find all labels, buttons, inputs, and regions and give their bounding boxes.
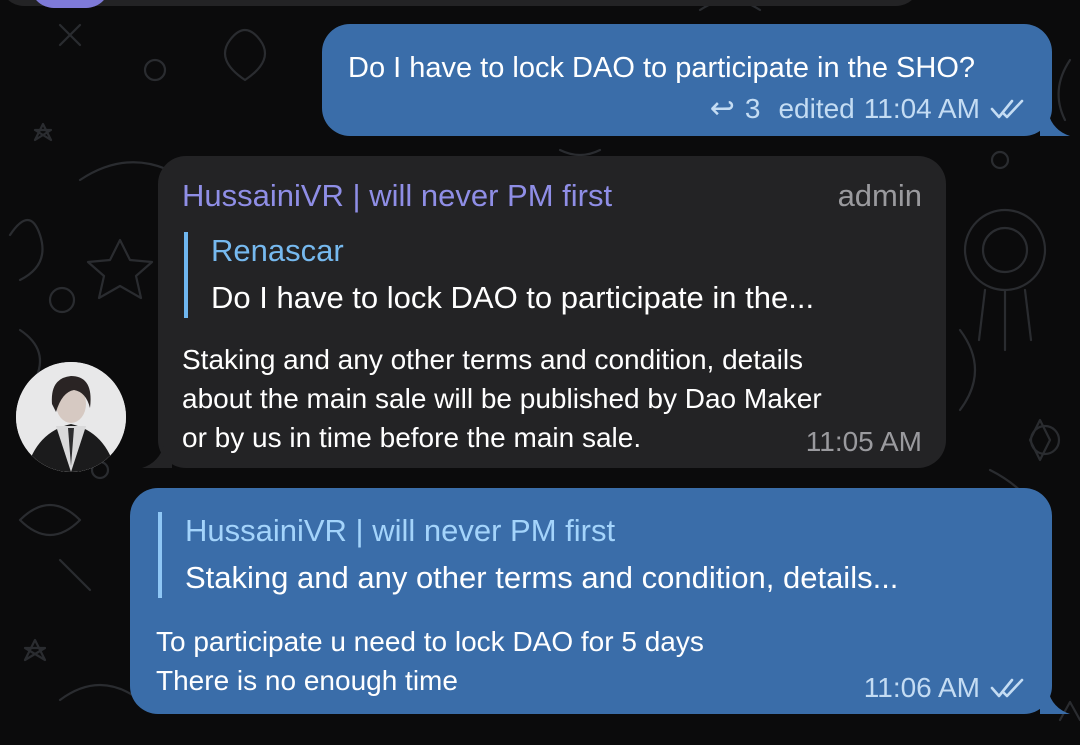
- previous-message-bubble[interactable]: [0, 0, 920, 6]
- outgoing-message-bubble[interactable]: Do I have to lock DAO to participate in …: [322, 24, 1052, 136]
- quoted-text: Staking and any other terms and conditio…: [185, 560, 899, 595]
- message-line: To participate u need to lock DAO for 5 …: [156, 626, 704, 657]
- sender-avatar[interactable]: [16, 362, 126, 472]
- reply-quote[interactable]: HussainiVR | will never PM first Staking…: [158, 512, 1045, 598]
- outgoing-reply-bubble[interactable]: HussainiVR | will never PM first Staking…: [130, 488, 1052, 714]
- message-time: 11:06 AM: [863, 672, 980, 703]
- message-text: Staking and any other terms and conditio…: [182, 340, 822, 457]
- double-check-icon: [990, 99, 1024, 118]
- message-meta: 11:06 AM: [864, 672, 1026, 704]
- message-time: 11:04 AM: [863, 92, 980, 124]
- sender-name[interactable]: HussainiVR | will never PM first: [182, 178, 612, 214]
- message-line: or by us in time before the main sale.: [182, 422, 642, 453]
- bubble-tail: [142, 444, 172, 468]
- message-line: Staking and any other terms and conditio…: [182, 344, 804, 375]
- incoming-message-bubble[interactable]: HussainiVR | will never PM first admin R…: [158, 156, 946, 468]
- message-meta: ↩ 3 edited 11:04 AM: [710, 91, 1026, 126]
- quoted-sender-name: Renascar: [211, 233, 344, 268]
- message-text: To participate u need to lock DAO for 5 …: [156, 622, 704, 700]
- message-text: Do I have to lock DAO to participate in …: [348, 52, 976, 84]
- sender-role-badge: admin: [837, 178, 922, 213]
- reply-quote[interactable]: Renascar Do I have to lock DAO to partic…: [184, 232, 931, 318]
- quoted-text: Do I have to lock DAO to participate in …: [211, 280, 815, 315]
- message-time: 11:05 AM: [805, 426, 922, 457]
- message-line: There is no enough time: [156, 665, 458, 696]
- avatar-image: [16, 362, 126, 472]
- bubble-tail: [1040, 690, 1070, 714]
- reply-arrow-icon[interactable]: ↩: [710, 91, 735, 126]
- bubble-tail: [1040, 112, 1070, 136]
- message-line: about the main sale will be published by…: [182, 383, 822, 414]
- replies-count[interactable]: 3: [745, 93, 761, 125]
- quoted-sender-name: HussainiVR | will never PM first: [185, 513, 616, 548]
- double-check-icon: [990, 678, 1024, 698]
- edited-label: edited: [778, 92, 855, 124]
